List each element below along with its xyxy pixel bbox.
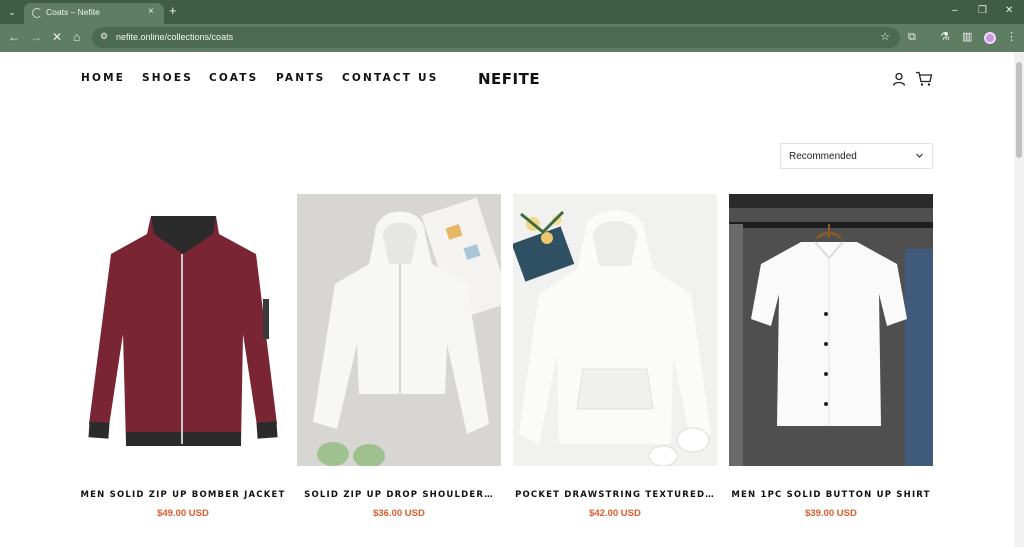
product-image[interactable] xyxy=(81,194,285,466)
nav-pants[interactable]: PANTS xyxy=(276,72,325,84)
tab-search-icon[interactable]: ⌄ xyxy=(4,4,20,20)
labs-flask-icon[interactable]: ⚗ xyxy=(940,30,950,44)
web-page: HOME SHOES COATS PANTS CONTACT US NEFITE… xyxy=(0,52,1014,547)
browser-tab[interactable]: Coats – Nefite × xyxy=(24,3,164,24)
browser-tab-bar: ⌄ Coats – Nefite × + – ❐ ✕ xyxy=(0,0,1024,24)
chevron-down-icon xyxy=(916,153,923,158)
sort-selected-value: Recommended xyxy=(789,151,857,162)
url-text[interactable]: nefite.online/collections/coats xyxy=(116,32,233,42)
scrollbar-thumb[interactable] xyxy=(1016,62,1022,158)
product-image[interactable] xyxy=(729,194,933,466)
site-info-icon[interactable]: ⚙ xyxy=(100,31,108,42)
extensions-icon[interactable]: ⧉ xyxy=(908,30,916,44)
nav-shoes[interactable]: SHOES xyxy=(142,72,193,84)
new-tab-button[interactable]: + xyxy=(169,4,177,18)
nav-home[interactable]: HOME xyxy=(81,72,125,84)
bookmark-star-icon[interactable]: ☆ xyxy=(880,30,890,43)
loading-spinner-icon xyxy=(32,8,42,18)
product-image[interactable] xyxy=(513,194,717,466)
side-panel-icon[interactable]: ▥ xyxy=(962,30,972,44)
stop-loading-icon[interactable]: ✕ xyxy=(52,30,62,44)
site-logo[interactable]: NEFITE xyxy=(478,70,540,88)
home-icon[interactable]: ⌂ xyxy=(73,30,80,44)
sort-select[interactable]: Recommended xyxy=(780,143,933,169)
restore-icon[interactable]: ❐ xyxy=(978,5,987,16)
cart-icon[interactable] xyxy=(915,71,933,87)
minimize-icon[interactable]: – xyxy=(952,5,958,16)
menu-icon[interactable]: ⋮ xyxy=(1006,30,1017,44)
product-title[interactable]: MEN SOLID ZIP UP BOMBER JACKET xyxy=(71,490,295,500)
back-icon[interactable]: ← xyxy=(8,30,20,44)
tab-title: Coats – Nefite xyxy=(46,7,100,17)
product-price: $49.00 USD xyxy=(157,508,209,519)
tab-close-icon[interactable]: × xyxy=(148,6,154,17)
address-bar[interactable]: ⚙ nefite.online/collections/coats ☆ xyxy=(92,27,900,48)
nav-coats[interactable]: COATS xyxy=(209,72,258,84)
browser-toolbar: ← → ✕ ⌂ ⚙ nefite.online/collections/coat… xyxy=(0,24,1024,52)
page-scrollbar[interactable] xyxy=(1014,52,1024,547)
product-title[interactable]: POCKET DRAWSTRING TEXTURED… xyxy=(503,490,727,500)
forward-icon[interactable]: → xyxy=(30,30,42,44)
account-icon[interactable] xyxy=(892,72,906,86)
nav-contact-us[interactable]: CONTACT US xyxy=(342,72,439,84)
product-title[interactable]: MEN 1PC SOLID BUTTON UP SHIRT xyxy=(719,490,943,500)
product-price: $42.00 USD xyxy=(589,508,641,519)
product-title[interactable]: SOLID ZIP UP DROP SHOULDER… xyxy=(287,490,511,500)
profile-avatar[interactable] xyxy=(984,32,996,44)
product-price: $39.00 USD xyxy=(805,508,857,519)
product-image[interactable] xyxy=(297,194,501,466)
product-price: $36.00 USD xyxy=(373,508,425,519)
close-window-icon[interactable]: ✕ xyxy=(1005,5,1013,16)
